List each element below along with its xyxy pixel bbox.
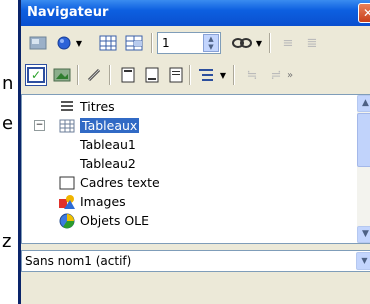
images-shapes-icon: [58, 194, 76, 210]
promote-level-button[interactable]: ≡: [277, 32, 299, 54]
header-page-icon: [121, 67, 135, 83]
scroll-up-button[interactable]: ▲: [357, 95, 370, 112]
dropdown-arrow-icon: ▼: [75, 38, 83, 48]
content-navigation-button[interactable]: [51, 64, 73, 86]
document-selector-dropdown[interactable]: ▼: [356, 252, 370, 270]
tree-scrollbar[interactable]: ▲ ▼: [357, 95, 370, 243]
scroll-down-button[interactable]: ▼: [357, 226, 370, 243]
document-selector[interactable]: Sans nom1 (actif) ▼: [21, 250, 370, 272]
page-number-spinner[interactable]: ▲▼: [157, 32, 221, 54]
collapse-tableaux-button[interactable]: −: [34, 120, 45, 131]
tree-item-label: Images: [80, 194, 126, 209]
toolbar-display: ✓ ▼ ≒ ≓ »: [21, 60, 370, 90]
heading-levels-button[interactable]: [195, 64, 217, 86]
tree-item-titres[interactable]: Titres: [58, 97, 115, 116]
drag-mode-button[interactable]: [231, 32, 253, 54]
chevron-up-icon: ▲: [362, 98, 369, 108]
edit-button[interactable]: [83, 64, 105, 86]
toggle-content-button[interactable]: [27, 32, 49, 54]
tree-item-tableau2[interactable]: Tableau2: [80, 154, 136, 173]
minus-icon: −: [35, 120, 44, 130]
anchor-page-icon: [169, 67, 183, 83]
toolbar-separator: [151, 33, 153, 53]
pencil-icon: [87, 68, 101, 82]
tree-item-tableaux[interactable]: Tableaux: [58, 116, 140, 135]
chevron-down-icon: ▼: [362, 229, 369, 239]
navigator-body: ▼ ▲▼ ▼ ≡ ≣ ✓: [21, 26, 370, 304]
toolbar-navigation: ▼ ▲▼ ▼ ≡ ≣: [21, 28, 370, 58]
toolbar-separator: [189, 65, 191, 85]
demote-level-button[interactable]: ≣: [301, 32, 323, 54]
dropdown-arrow-icon: ▼: [219, 70, 227, 80]
footer-page-icon: [145, 67, 159, 83]
close-button[interactable]: ✕: [358, 3, 370, 23]
toolbar-separator: [109, 65, 111, 85]
promote-level-icon: ≡: [282, 35, 294, 51]
demote-chapter-button[interactable]: ≓: [265, 64, 287, 86]
previous-button[interactable]: [97, 32, 119, 54]
window-title: Navigateur: [27, 5, 109, 20]
header-button[interactable]: [117, 64, 139, 86]
navigator-tree[interactable]: Titres − Tableaux Tableau1 Tableau2 Cadr…: [21, 94, 370, 244]
checkbox-icon: ✓: [27, 67, 45, 83]
toolbar-separator: [77, 65, 79, 85]
spin-up-icon: ▲: [208, 35, 214, 43]
table-icon: [58, 118, 76, 134]
navigation-dropdown[interactable]: ▼: [73, 32, 85, 54]
demote-level-icon: ≣: [306, 35, 318, 51]
previous-table-icon: [99, 35, 117, 51]
tree-item-images[interactable]: Images: [58, 192, 126, 211]
tree-item-label: Tableau1: [80, 137, 136, 152]
page-number-input[interactable]: [158, 33, 206, 53]
background-char-e: e: [2, 113, 14, 134]
image-view-icon: [53, 68, 71, 82]
tree-item-label: Tableau2: [80, 156, 136, 171]
background-document-text: n e z: [0, 0, 16, 304]
footer-button[interactable]: [141, 64, 163, 86]
scroll-thumb[interactable]: [357, 113, 370, 167]
navigator-window: Navigateur ✕ ▼ ▲▼: [18, 0, 370, 304]
spin-down-icon: ▼: [208, 43, 214, 51]
toolbar-separator: [233, 65, 235, 85]
headings-icon: [58, 99, 76, 115]
drag-mode-dropdown[interactable]: ▼: [253, 32, 265, 54]
toolbar-separator: [269, 33, 271, 53]
heading-levels-icon: [199, 69, 213, 81]
demote-chapter-icon: ≓: [270, 67, 282, 83]
tree-item-label: Tableaux: [80, 118, 140, 133]
tree-item-label: Titres: [80, 99, 115, 114]
tree-item-label: Objets OLE: [80, 213, 150, 228]
navigation-button[interactable]: [53, 32, 75, 54]
next-table-icon: [125, 35, 143, 51]
tree-item-tableau1[interactable]: Tableau1: [80, 135, 136, 154]
chevron-down-icon: ▼: [361, 256, 368, 265]
heading-levels-dropdown[interactable]: ▼: [217, 64, 229, 86]
title-bar[interactable]: Navigateur ✕: [21, 0, 370, 26]
text-frame-icon: [58, 175, 76, 191]
chevron-right-icon: »: [286, 69, 294, 81]
tree-item-label: Cadres texte: [80, 175, 160, 190]
ole-pie-chart-icon: [58, 213, 76, 229]
spinner-arrows[interactable]: ▲ ▼: [203, 34, 219, 52]
content-view-icon: [29, 36, 47, 50]
tree-item-cadres-texte[interactable]: Cadres texte: [58, 173, 160, 192]
close-icon: ✕: [362, 6, 370, 20]
promote-chapter-icon: ≒: [246, 67, 258, 83]
dropdown-arrow-icon: ▼: [255, 38, 263, 48]
tree-item-objets-ole[interactable]: Objets OLE: [58, 211, 149, 230]
anchor-button[interactable]: [165, 64, 187, 86]
next-button[interactable]: [123, 32, 145, 54]
background-char-z: z: [2, 231, 12, 252]
navigation-circle-icon: [57, 36, 71, 50]
link-chain-icon: [232, 38, 252, 48]
document-selector-value: Sans nom1 (actif): [25, 254, 132, 268]
toolbar-overflow[interactable]: »: [285, 64, 295, 86]
background-char-n: n: [2, 73, 14, 94]
list-box-toggle-button[interactable]: ✓: [25, 64, 47, 86]
promote-chapter-button[interactable]: ≒: [241, 64, 263, 86]
